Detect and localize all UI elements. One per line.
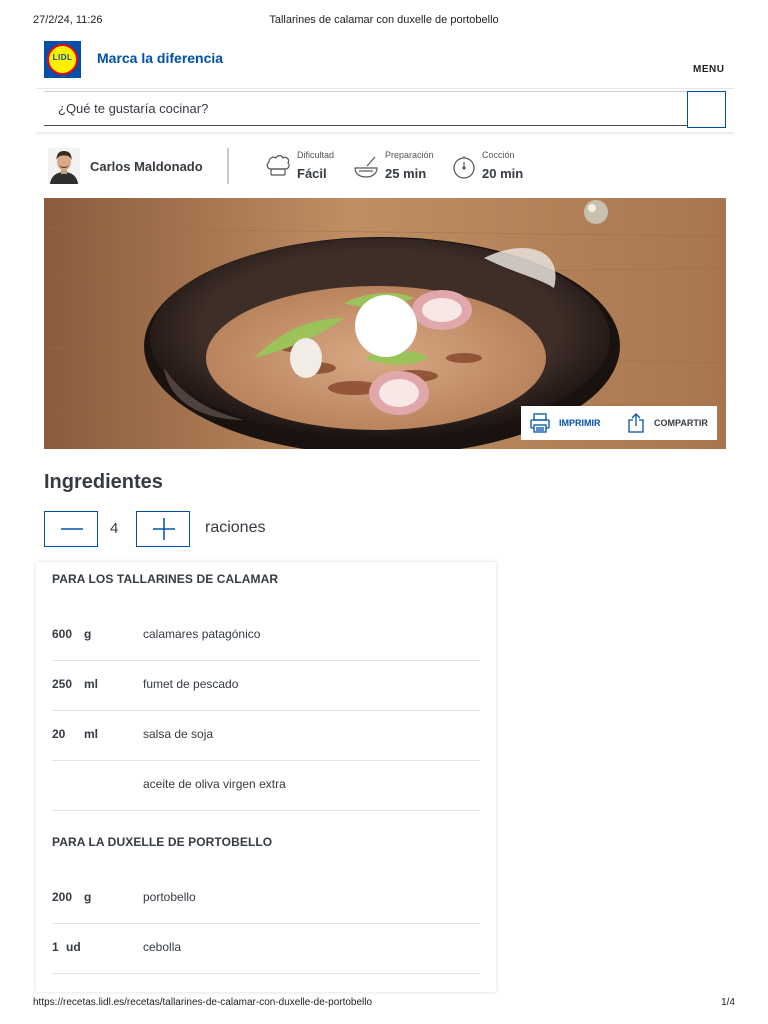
meta-divider bbox=[227, 148, 229, 184]
ingredient-unit: ml bbox=[84, 727, 99, 741]
print-page-number: 1/4 bbox=[721, 997, 735, 1008]
author-name[interactable]: Carlos Maldonado bbox=[90, 159, 203, 174]
row-divider bbox=[52, 973, 480, 974]
preparation-value: 25 min bbox=[385, 166, 427, 181]
print-label: IMPRIMIR bbox=[559, 418, 601, 428]
increase-servings-button[interactable] bbox=[136, 511, 190, 547]
lidl-logo[interactable]: LIDL bbox=[44, 41, 81, 78]
servings-label: raciones bbox=[205, 519, 266, 536]
ingredient-qty: 1 bbox=[52, 940, 59, 954]
print-footer: https://recetas.lidl.es/recetas/tallarin… bbox=[0, 997, 768, 1013]
share-label: COMPARTIR bbox=[654, 418, 708, 428]
timer-icon bbox=[451, 152, 477, 180]
difficulty-label: Dificultad bbox=[297, 150, 335, 160]
chef-hat-icon bbox=[265, 152, 291, 180]
ingredient-name: portobello bbox=[143, 890, 196, 904]
print-document-title: Tallarines de calamar con duxelle de por… bbox=[269, 14, 499, 26]
ingredient-row: 250 ml fumet de pescado bbox=[52, 661, 480, 711]
header-shadow bbox=[36, 132, 734, 136]
menu-button[interactable]: MENU bbox=[693, 64, 724, 75]
difficulty-value: Fácil bbox=[297, 166, 327, 181]
minus-icon bbox=[61, 528, 83, 530]
share-button[interactable]: COMPARTIR bbox=[621, 406, 717, 440]
meta-cooking: Cocción 20 min bbox=[451, 148, 541, 184]
ingredient-qty: 20 bbox=[52, 727, 66, 741]
preparation-label: Preparación bbox=[385, 150, 434, 160]
header-divider bbox=[36, 88, 734, 89]
ingredient-qty: 600 bbox=[52, 627, 73, 641]
cooking-value: 20 min bbox=[482, 166, 524, 181]
cooking-label: Cocción bbox=[482, 150, 515, 160]
meta-difficulty: Dificultad Fácil bbox=[265, 148, 355, 184]
ingredient-unit: ml bbox=[84, 677, 99, 691]
print-header: 27/2/24, 11:26 Tallarines de calamar con… bbox=[0, 14, 768, 30]
ingredient-name: fumet de pescado bbox=[143, 677, 239, 691]
plus-icon bbox=[153, 518, 175, 540]
ingredient-unit: ud bbox=[66, 940, 81, 954]
ingredient-qty: 200 bbox=[52, 890, 73, 904]
ingredient-unit: g bbox=[84, 627, 92, 641]
ingredients-card: PARA LOS TALLARINES DE CALAMAR 600 g cal… bbox=[36, 562, 496, 992]
mixing-bowl-icon bbox=[353, 152, 379, 180]
search-bar bbox=[44, 91, 726, 128]
ingredient-group-title: PARA LA DUXELLE DE PORTOBELLO bbox=[52, 835, 273, 849]
logo-text: LIDL bbox=[52, 53, 73, 62]
ingredient-name: aceite de oliva virgen extra bbox=[143, 777, 286, 791]
ingredient-name: cebolla bbox=[143, 940, 182, 954]
author-avatar bbox=[48, 148, 80, 184]
search-input[interactable] bbox=[44, 91, 687, 126]
ingredients-title: Ingredientes bbox=[44, 471, 163, 493]
search-button[interactable] bbox=[687, 91, 726, 128]
ingredient-row: 600 g calamares patagónico bbox=[52, 611, 480, 661]
decrease-servings-button[interactable] bbox=[44, 511, 98, 547]
ingredient-name: calamares patagónico bbox=[143, 627, 261, 641]
row-divider bbox=[52, 810, 480, 811]
ingredient-qty: 250 bbox=[52, 677, 73, 691]
share-icon bbox=[625, 412, 647, 439]
ingredient-name: salsa de soja bbox=[143, 727, 214, 741]
ingredient-row: 20 ml salsa de soja bbox=[52, 711, 480, 761]
ingredient-group-title: PARA LOS TALLARINES DE CALAMAR bbox=[52, 572, 279, 586]
tagline: Marca la diferencia bbox=[97, 50, 224, 66]
ingredient-row: aceite de oliva virgen extra bbox=[52, 761, 480, 811]
print-button[interactable]: IMPRIMIR bbox=[521, 406, 613, 440]
ingredient-row: 1 ud cebolla bbox=[52, 924, 480, 974]
print-url: https://recetas.lidl.es/recetas/tallarin… bbox=[33, 997, 373, 1008]
hero-action-bar: IMPRIMIR COMPARTIR bbox=[521, 406, 717, 440]
meta-preparation: Preparación 25 min bbox=[353, 148, 453, 184]
printer-icon bbox=[529, 412, 551, 439]
ingredient-unit: g bbox=[84, 890, 92, 904]
ingredient-row: 200 g portobello bbox=[52, 874, 480, 924]
servings-count: 4 bbox=[110, 520, 119, 537]
